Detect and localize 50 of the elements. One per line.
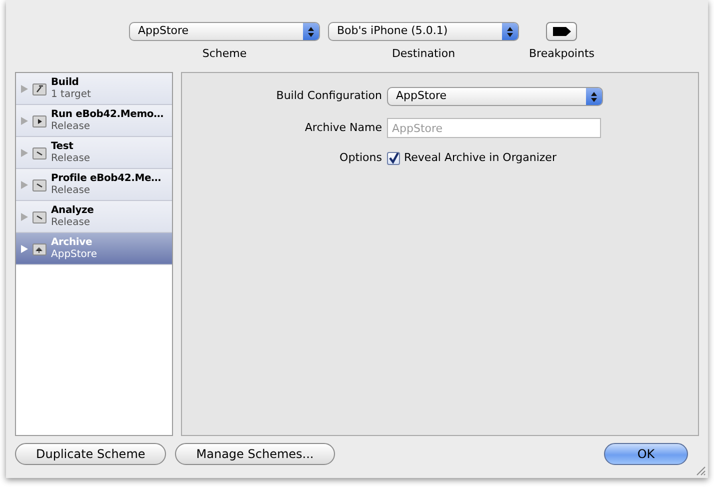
action-item[interactable]: Profile eBob42.Me… Release <box>16 169 172 201</box>
action-title: Profile eBob42.Me… <box>51 172 161 185</box>
action-title: Build <box>51 76 80 89</box>
action-item[interactable]: Run eBob42.Memo… Release <box>16 105 172 137</box>
action-subtitle: Release <box>51 217 92 229</box>
checkbox-label: Reveal Archive in Organizer <box>404 150 556 166</box>
field-label: Destination <box>392 46 456 62</box>
field-label: Build Configuration <box>275 88 382 104</box>
ok-button[interactable]: OK <box>604 443 688 465</box>
breakpoints-button[interactable] <box>546 22 578 41</box>
scheme-popup[interactable]: AppStore <box>129 22 320 41</box>
disclosure-triangle-icon[interactable] <box>21 148 28 156</box>
play-icon <box>32 114 47 128</box>
disclosure-triangle-icon[interactable] <box>21 212 28 220</box>
stepper-arrows-icon <box>308 26 314 36</box>
build-configuration-popup[interactable]: AppStore <box>387 87 603 106</box>
box-icon <box>32 242 47 256</box>
disclosure-triangle-icon[interactable] <box>21 180 28 188</box>
breakpoint-icon <box>552 27 571 36</box>
dialog-button[interactable]: Manage Schemes... <box>175 443 335 465</box>
action-subtitle: AppStore <box>51 249 97 261</box>
wrench-icon <box>32 178 47 192</box>
checkbox[interactable] <box>387 152 400 165</box>
action-title: Run eBob42.Memo… <box>51 108 164 121</box>
action-subtitle: Release <box>51 121 92 133</box>
action-subtitle: Release <box>51 153 90 165</box>
action-title: Analyze <box>51 204 94 217</box>
wrench-icon <box>32 146 47 160</box>
field-label: Scheme <box>202 46 247 62</box>
action-title: Test <box>51 140 74 153</box>
wrench-icon <box>32 210 47 224</box>
disclosure-triangle-icon[interactable] <box>21 116 28 124</box>
hammer-icon <box>32 82 47 96</box>
action-subtitle: Release <box>51 185 92 197</box>
action-title: Archive <box>51 236 94 249</box>
action-subtitle: 1 target <box>51 89 91 101</box>
action-item[interactable]: Analyze Release <box>16 201 172 233</box>
destination-popup[interactable]: Bob's iPhone (5.0.1) <box>328 22 519 41</box>
stepper-arrows-icon <box>507 26 513 36</box>
resize-grip-icon <box>696 466 706 476</box>
dialog-button[interactable]: Duplicate Scheme <box>15 443 166 465</box>
field-label: Breakpoints <box>529 46 594 62</box>
disclosure-triangle-icon[interactable] <box>21 84 28 92</box>
action-item[interactable]: Test Release <box>16 137 172 169</box>
field-label: Options <box>338 150 382 166</box>
action-item[interactable]: Build 1 target <box>16 73 172 105</box>
disclosure-triangle-icon[interactable] <box>21 244 28 252</box>
field-label: Archive Name <box>304 120 382 136</box>
stepper-arrows-icon <box>591 92 597 102</box>
archive-name-field[interactable]: AppStore <box>387 118 601 138</box>
